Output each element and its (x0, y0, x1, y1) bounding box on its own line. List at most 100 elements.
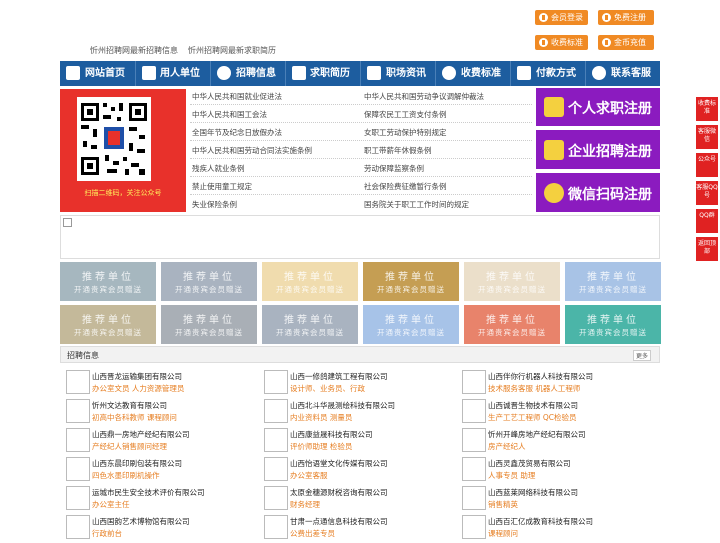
fee-standard-button[interactable]: 收费标准 (535, 35, 588, 50)
recruit-item[interactable]: 山西国韵艺术博物馆有限公司 行政前台 (66, 515, 256, 543)
job-titles[interactable]: 评价师助理 检验员 (290, 441, 352, 452)
recommended-unit-tile[interactable]: 推荐单位 开通贵宾会员赠送 (262, 305, 358, 344)
recruit-item[interactable]: 山西蓝莱网络科技有限公司 销售精英 (462, 486, 652, 514)
recommended-unit-tile[interactable]: 推荐单位 开通贵宾会员赠送 (161, 305, 257, 344)
law-link[interactable]: 中华人民共和国就业促进法 (192, 91, 282, 102)
recruit-item[interactable]: 山西怡语堂文化传媒有限公司 办公室客服 (264, 457, 454, 485)
recruit-item[interactable]: 山西晋龙运输集团有限公司 办公室文员 人力资源管理员 (66, 370, 256, 398)
recommended-unit-tile[interactable]: 推荐单位 开通贵宾会员赠送 (565, 262, 661, 301)
recommended-unit-tile[interactable]: 推荐单位 开通贵宾会员赠送 (363, 262, 459, 301)
law-link[interactable]: 女职工劳动保护特别规定 (364, 127, 447, 138)
subtitle-resumes-link[interactable]: 忻州招聘网最新求职简历 (188, 46, 276, 55)
recruit-item[interactable]: 山西灵鑫茂贸易有限公司 人事专员 助理 (462, 457, 652, 485)
recruit-item[interactable]: 运城市民生安全技术评价有限公司 办公室主任 (66, 486, 256, 514)
float-wechat-tab[interactable]: 客服微信 (696, 125, 718, 149)
free-register-button[interactable]: 免费注册 (598, 10, 654, 25)
company-name[interactable]: 山西怡语堂文化传媒有限公司 (290, 458, 388, 469)
float-qq-tab[interactable]: 客服QQ号 (696, 181, 718, 205)
law-link[interactable]: 职工带薪年休假条例 (364, 145, 432, 156)
company-name[interactable]: 山西康益晟科技有限公司 (290, 429, 373, 440)
job-titles[interactable]: 人事专员 助理 (488, 470, 535, 481)
nav-fees[interactable]: 收费标准 (461, 61, 501, 86)
recruit-item[interactable]: 忻州开峰房地产经纪有限公司 房产经纪人 (462, 428, 652, 456)
recruit-item[interactable]: 甘肃一点通信息科技有限公司 公费出差专员 (264, 515, 454, 543)
job-titles[interactable]: 内业资料员 测量员 (290, 412, 352, 423)
job-titles[interactable]: 生产工艺工程师 QC检验员 (488, 412, 577, 423)
ad-banner[interactable] (60, 215, 660, 259)
wechat-register-button[interactable]: 微信扫码注册 (536, 173, 660, 212)
recommended-unit-tile[interactable]: 推荐单位 开通贵宾会员赠送 (464, 305, 560, 344)
company-name[interactable]: 山西东晨印刷包装有限公司 (92, 458, 182, 469)
law-link[interactable]: 中华人民共和国劳动合同法实施条例 (192, 145, 312, 156)
job-titles[interactable]: 课程顾问 (488, 528, 518, 539)
company-name[interactable]: 山西伴你行机器人科技有限公司 (488, 371, 593, 382)
gold-recharge-button[interactable]: 金币充值 (598, 35, 654, 50)
nav-news[interactable]: 职场资讯 (386, 61, 426, 86)
company-name[interactable]: 山西灵鑫茂贸易有限公司 (488, 458, 571, 469)
job-titles[interactable]: 办公室客服 (290, 470, 328, 481)
recommended-unit-tile[interactable]: 推荐单位 开通贵宾会员赠送 (262, 262, 358, 301)
law-link[interactable]: 全国年节及纪念日放假办法 (192, 127, 282, 138)
company-name[interactable]: 山西诚晋生物技术有限公司 (488, 400, 578, 411)
job-titles[interactable]: 设计师、业务员、行政 (290, 383, 365, 394)
law-link[interactable]: 失业保险条例 (192, 199, 237, 210)
recommended-unit-tile[interactable]: 推荐单位 开通贵宾会员赠送 (60, 262, 156, 301)
subtitle-jobs-link[interactable]: 忻州招聘网最新招聘信息 (90, 46, 178, 55)
law-link[interactable]: 劳动保障监察条例 (364, 163, 424, 174)
job-titles[interactable]: 技术服务客服 机器人工程师 (488, 383, 580, 394)
recruit-item[interactable]: 山西康益晟科技有限公司 评价师助理 检验员 (264, 428, 454, 456)
float-official-account-tab[interactable]: 公众号 (696, 153, 718, 177)
job-titles[interactable]: 房产经纪人 (488, 441, 526, 452)
job-titles[interactable]: 销售精英 (488, 499, 518, 510)
company-name[interactable]: 忻州开峰房地产经纪有限公司 (488, 429, 586, 440)
company-name[interactable]: 运城市民生安全技术评价有限公司 (92, 487, 205, 498)
company-name[interactable]: 山西国韵艺术博物馆有限公司 (92, 516, 190, 527)
float-fee-tab[interactable]: 收费标准 (696, 97, 718, 121)
job-titles[interactable]: 办公室文员 人力资源管理员 (92, 383, 184, 394)
company-name[interactable]: 山西百汇亿成教育科技有限公司 (488, 516, 593, 527)
member-login-button[interactable]: 会员登录 (535, 10, 588, 25)
recruit-item[interactable]: 忻州文达教育有限公司 初高中各科教师 课程顾问 (66, 399, 256, 427)
job-titles[interactable]: 办公室主任 (92, 499, 130, 510)
recruit-item[interactable]: 山西伴你行机器人科技有限公司 技术服务客服 机器人工程师 (462, 370, 652, 398)
float-qq-group-tab[interactable]: QQ群 (696, 209, 718, 233)
job-titles[interactable]: 产经纪人销售顾问经理 (92, 441, 167, 452)
recommended-unit-tile[interactable]: 推荐单位 开通贵宾会员赠送 (60, 305, 156, 344)
company-name[interactable]: 山西鼎一房地产经纪有限公司 (92, 429, 190, 440)
recommended-unit-tile[interactable]: 推荐单位 开通贵宾会员赠送 (363, 305, 459, 344)
company-name[interactable]: 忻州文达教育有限公司 (92, 400, 167, 411)
law-link[interactable]: 保障农民工工资支付条例 (364, 109, 447, 120)
recruit-item[interactable]: 山西北斗华晟测绘科技有限公司 内业资料员 测量员 (264, 399, 454, 427)
company-name[interactable]: 太原金穗源财税咨询有限公司 (290, 487, 388, 498)
recruit-item[interactable]: 山西鼎一房地产经纪有限公司 产经纪人销售顾问经理 (66, 428, 256, 456)
company-name[interactable]: 山西北斗华晟测绘科技有限公司 (290, 400, 395, 411)
recommended-unit-tile[interactable]: 推荐单位 开通贵宾会员赠送 (464, 262, 560, 301)
job-titles[interactable]: 财务经理 (290, 499, 320, 510)
job-titles[interactable]: 四色水墨印刷机操作 (92, 470, 160, 481)
nav-payment[interactable]: 付款方式 (536, 61, 576, 86)
nav-resumes[interactable]: 求职简历 (310, 61, 350, 86)
nav-home[interactable]: 网站首页 (85, 61, 125, 86)
law-link[interactable]: 中华人民共和国劳动争议调解仲裁法 (364, 91, 484, 102)
law-link[interactable]: 国务院关于职工工作时间的规定 (364, 199, 469, 210)
nav-jobs[interactable]: 招聘信息 (236, 61, 276, 86)
recommended-unit-tile[interactable]: 推荐单位 开通贵宾会员赠送 (565, 305, 661, 344)
recruit-item[interactable]: 山西诚晋生物技术有限公司 生产工艺工程师 QC检验员 (462, 399, 652, 427)
company-name[interactable]: 山西一修鸽建筑工程有限公司 (290, 371, 388, 382)
job-titles[interactable]: 公费出差专员 (290, 528, 335, 539)
recruit-item[interactable]: 山西东晨印刷包装有限公司 四色水墨印刷机操作 (66, 457, 256, 485)
recruit-item[interactable]: 山西一修鸽建筑工程有限公司 设计师、业务员、行政 (264, 370, 454, 398)
nav-employers[interactable]: 用人单位 (160, 61, 200, 86)
float-back-top-tab[interactable]: 返回顶部 (696, 237, 718, 261)
company-name[interactable]: 山西蓝莱网络科技有限公司 (488, 487, 578, 498)
nav-contact[interactable]: 联系客服 (611, 61, 651, 86)
company-name[interactable]: 山西晋龙运输集团有限公司 (92, 371, 182, 382)
recommended-unit-tile[interactable]: 推荐单位 开通贵宾会员赠送 (161, 262, 257, 301)
more-link[interactable]: 更多 (632, 350, 651, 361)
personal-register-button[interactable]: 个人求职注册 (536, 88, 660, 126)
recruit-item[interactable]: 太原金穗源财税咨询有限公司 财务经理 (264, 486, 454, 514)
law-link[interactable]: 社会保险费征缴暂行条例 (364, 181, 447, 192)
recruit-item[interactable]: 山西百汇亿成教育科技有限公司 课程顾问 (462, 515, 652, 543)
company-name[interactable]: 甘肃一点通信息科技有限公司 (290, 516, 388, 527)
company-register-button[interactable]: 企业招聘注册 (536, 130, 660, 169)
